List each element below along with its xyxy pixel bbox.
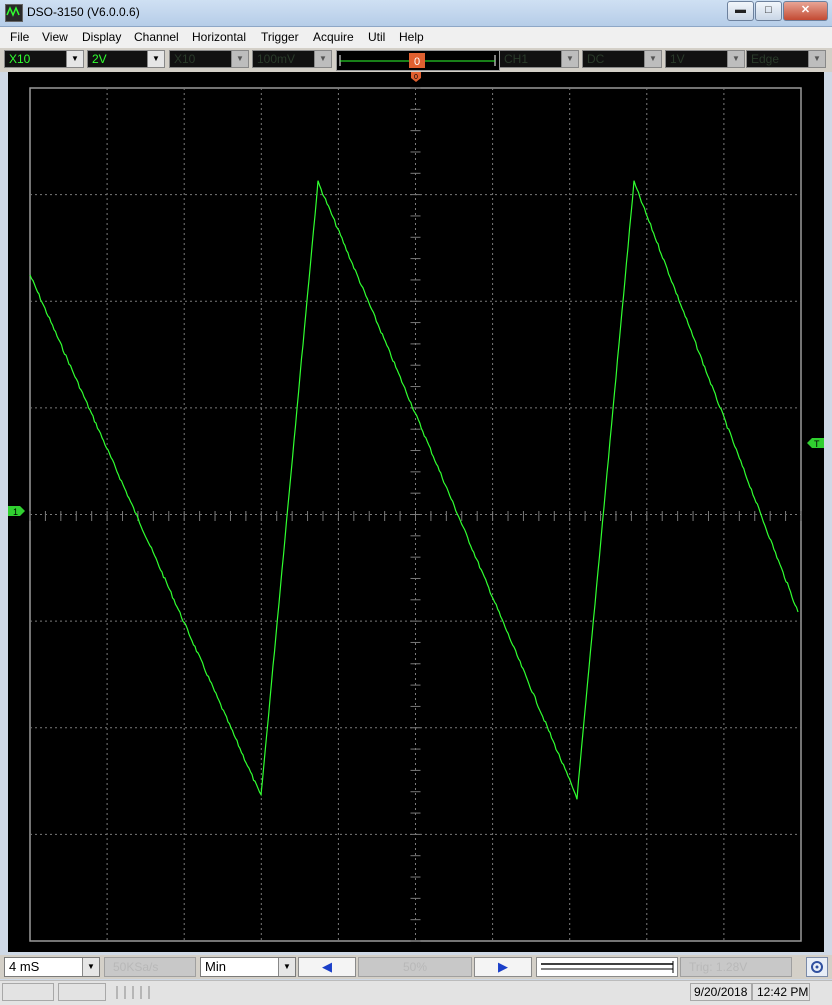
menu-help[interactable]: Help xyxy=(399,30,424,44)
ref-value: Edge xyxy=(751,52,780,66)
acquire-mode-value: Min xyxy=(205,959,226,974)
ch1-probe-value: X10 xyxy=(9,52,31,66)
math-scale-value: 1V xyxy=(670,52,685,66)
timebase-select[interactable]: 4 mS ▼ xyxy=(4,957,100,977)
chevron-down-icon: ▼ xyxy=(82,958,99,976)
next-button[interactable]: ▶ xyxy=(474,957,532,977)
horizontal-controls: 4 mS ▼ 50KSa/s Min ▼ ◀ 50% ▶ Trig: 1.28V xyxy=(0,955,832,979)
scope-display[interactable]: 0 1 T xyxy=(8,72,824,952)
trigger-coupling-value: DC xyxy=(587,52,605,66)
trigger-source-select[interactable]: CH1 ▼ xyxy=(499,50,579,68)
prev-button[interactable]: ◀ xyxy=(298,957,356,977)
ch1-volts-value: 2V xyxy=(92,52,107,66)
chevron-down-icon: ▼ xyxy=(231,51,248,67)
right-frame xyxy=(824,72,832,952)
ch1-probe-select[interactable]: X10 ▼ xyxy=(4,50,84,68)
ch2-volts-value: 100mV xyxy=(257,52,296,66)
resize-grip-icon xyxy=(114,984,154,1000)
left-frame xyxy=(0,72,8,952)
maximize-button[interactable]: □ xyxy=(755,1,782,21)
status-date: 9/20/2018 xyxy=(694,985,748,999)
menu-display[interactable]: Display xyxy=(82,30,121,44)
sample-rate-readout: 50KSa/s xyxy=(104,957,196,977)
status-bar: 9/20/2018 12:42 PM xyxy=(0,980,832,1005)
close-button[interactable]: ✕ xyxy=(783,1,828,21)
ch1-volts-select[interactable]: 2V ▼ xyxy=(87,50,165,68)
chevron-down-icon: ▼ xyxy=(808,51,825,67)
chevron-down-icon: ▼ xyxy=(314,51,331,67)
svg-text:T: T xyxy=(814,439,820,449)
trigger-position-marker: 0 xyxy=(411,72,421,82)
status-panel-2 xyxy=(58,983,106,1001)
trigger-level-readout: Trig: 1.28V xyxy=(680,957,792,977)
left-arrow-icon: ◀ xyxy=(322,959,332,974)
acquire-mode-select[interactable]: Min ▼ xyxy=(200,957,296,977)
settings-icon[interactable] xyxy=(806,957,828,977)
menu-view[interactable]: View xyxy=(42,30,68,44)
window-title: DSO-3150 (V6.0.0.6) xyxy=(27,5,140,19)
svg-text:0: 0 xyxy=(414,74,418,81)
minimize-button[interactable]: ▬ xyxy=(727,1,754,21)
timebase-value: 4 mS xyxy=(9,959,40,974)
trigger-position-bar[interactable]: 0 xyxy=(336,50,500,71)
horizontal-position-slider[interactable] xyxy=(536,957,678,977)
ch1-ground-marker: 1 xyxy=(8,506,25,517)
title-bar: DSO-3150 (V6.0.0.6) ▬ □ ✕ xyxy=(0,0,832,27)
trigger-source-value: CH1 xyxy=(504,52,529,66)
ch2-probe-value: X10 xyxy=(174,52,196,66)
menu-util[interactable]: Util xyxy=(368,30,385,44)
horizontal-position-readout: 50% xyxy=(358,957,472,977)
ref-select[interactable]: Edge ▼ xyxy=(746,50,826,68)
chevron-down-icon: ▼ xyxy=(66,51,83,67)
trigger-level-marker: T xyxy=(807,438,824,449)
svg-text:1: 1 xyxy=(13,507,18,517)
ch2-probe-select[interactable]: X10 ▼ xyxy=(169,50,249,68)
trigger-position-label: 0 xyxy=(414,56,420,68)
chevron-down-icon: ▼ xyxy=(278,958,295,976)
menu-file[interactable]: File xyxy=(10,30,29,44)
math-scale-select[interactable]: 1V ▼ xyxy=(665,50,745,68)
oscilloscope-icon xyxy=(5,4,23,22)
chevron-down-icon: ▼ xyxy=(147,51,164,67)
right-arrow-icon: ▶ xyxy=(498,959,508,974)
chevron-down-icon: ▼ xyxy=(644,51,661,67)
trigger-coupling-select[interactable]: DC ▼ xyxy=(582,50,662,68)
menu-channel[interactable]: Channel xyxy=(134,30,179,44)
chevron-down-icon: ▼ xyxy=(727,51,744,67)
chevron-down-icon: ▼ xyxy=(561,51,578,67)
menu-trigger[interactable]: Trigger xyxy=(261,30,299,44)
status-panel-1 xyxy=(2,983,54,1001)
menu-acquire[interactable]: Acquire xyxy=(313,30,354,44)
menu-bar: File View Display Channel Horizontal Tri… xyxy=(0,27,832,49)
status-time: 12:42 PM xyxy=(757,985,809,999)
ch2-volts-select[interactable]: 100mV ▼ xyxy=(252,50,332,68)
menu-horizontal[interactable]: Horizontal xyxy=(192,30,246,44)
